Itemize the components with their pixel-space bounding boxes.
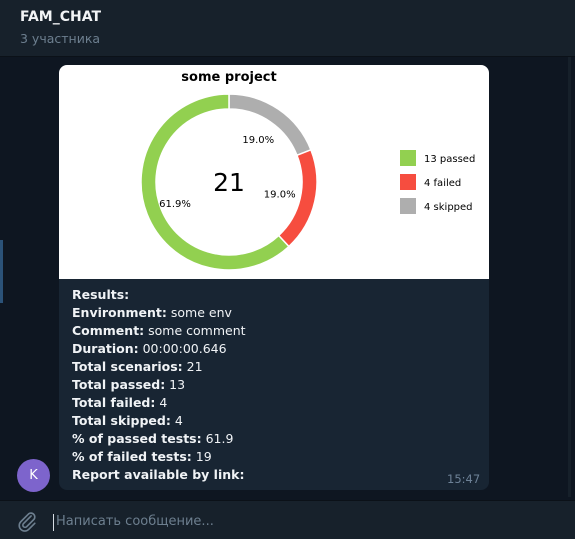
report-line: Comment: some comment: [72, 322, 477, 340]
text-cursor: [53, 514, 54, 531]
report-line-label: Total skipped:: [72, 413, 171, 428]
report-line-label: Report available by link:: [72, 467, 245, 482]
report-line-value: 61.9: [201, 431, 234, 446]
report-line: Total passed: 13: [72, 376, 477, 394]
pie-slice-skipped: [228, 93, 312, 157]
report-line-label: Total passed:: [72, 377, 166, 392]
legend-swatch: [400, 198, 416, 214]
report-line: Total failed: 4: [72, 394, 477, 412]
slice-percent-label: 61.9%: [159, 199, 191, 210]
report-line: Report available by link:: [72, 466, 477, 484]
report-line-value: some comment: [144, 323, 246, 338]
report-line: % of failed tests: 19: [72, 448, 477, 466]
avatar[interactable]: K: [17, 459, 50, 492]
legend-label: 4 failed: [424, 178, 461, 189]
report-line-value: 4: [155, 395, 168, 410]
scrollbar[interactable]: [568, 57, 571, 497]
composer: Написать сообщение...: [0, 500, 575, 539]
message-input[interactable]: Написать сообщение...: [56, 514, 214, 529]
report-line: Total scenarios: 21: [72, 358, 477, 376]
report-line: Results:: [72, 286, 477, 304]
chart-title: some project: [181, 70, 276, 85]
report-line: % of passed tests: 61.9: [72, 430, 477, 448]
message-time: 15:47: [447, 472, 481, 486]
message-bubble[interactable]: some project 19.0% 19.0% 61.9% 21 13 passed 4 …: [59, 65, 489, 490]
report-line-value: 4: [170, 413, 183, 428]
report-details: Results: Environment: some env Comment: so…: [72, 286, 477, 484]
report-line-label: % of passed tests:: [72, 431, 202, 446]
total-count-label: 21: [213, 168, 245, 197]
report-line-label: Total failed:: [72, 395, 156, 410]
report-line-label: Environment:: [72, 305, 167, 320]
report-line-label: Comment:: [72, 323, 145, 338]
report-line-value: 00:00:00.646: [138, 341, 227, 356]
legend-swatch: [400, 150, 416, 166]
report-line-label: Duration:: [72, 341, 139, 356]
report-line-value: 21: [182, 359, 203, 374]
legend-label: 4 skipped: [424, 202, 473, 213]
paperclip-icon[interactable]: [16, 510, 38, 532]
report-line: Total skipped: 4: [72, 412, 477, 430]
report-line: Environment: some env: [72, 304, 477, 322]
report-line-value: some env: [166, 305, 232, 320]
report-line: Duration: 00:00:00.646: [72, 340, 477, 358]
report-chart-image[interactable]: some project 19.0% 19.0% 61.9% 21 13 passed 4 …: [59, 65, 489, 279]
slice-percent-label: 19.0%: [242, 135, 274, 146]
report-line-value: 19: [191, 449, 212, 464]
slice-percent-label: 19.0%: [264, 190, 296, 201]
chat-header[interactable]: FAM_CHAT 3 участника: [0, 0, 575, 57]
member-count: 3 участника: [20, 31, 101, 46]
donut-chart: some project 19.0% 19.0% 61.9% 21 13 passed 4 …: [140, 70, 475, 271]
legend-label: 13 passed: [424, 154, 475, 165]
report-line-label: Total scenarios:: [72, 359, 183, 374]
report-line-label: % of failed tests:: [72, 449, 192, 464]
sidebar-accent: [0, 240, 3, 303]
legend-swatch: [400, 174, 416, 190]
chat-title[interactable]: FAM_CHAT: [20, 9, 101, 25]
report-line-label: Results:: [72, 287, 130, 302]
report-line-value: 13: [165, 377, 186, 392]
